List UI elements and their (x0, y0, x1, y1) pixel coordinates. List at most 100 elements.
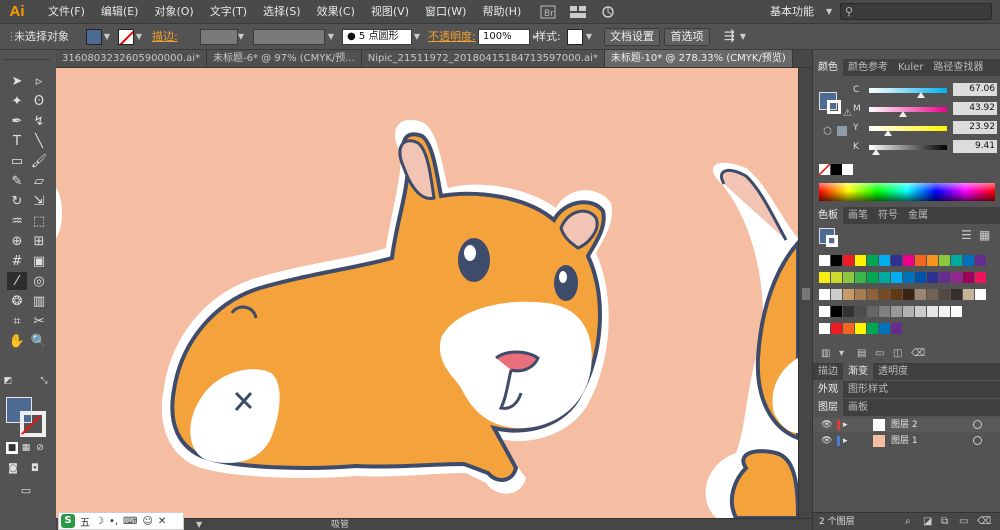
hamster-secondary[interactable] (705, 162, 798, 518)
screen-mode-icon[interactable]: ▭ (16, 484, 36, 497)
color-swatch[interactable] (819, 323, 830, 334)
cyan-slider[interactable]: C 67.06 (853, 82, 999, 98)
draw-normal-icon[interactable]: ◙ (6, 462, 20, 474)
color-swatch[interactable] (855, 255, 866, 266)
chevron-down-icon[interactable]: ▼ (412, 29, 422, 45)
scale-tool-icon[interactable]: ⇲ (29, 192, 49, 210)
tab-pathfinder[interactable]: 路径查找器 (928, 59, 988, 76)
color-swatch[interactable] (915, 306, 926, 317)
tab-symbols[interactable]: 符号 (873, 207, 903, 224)
tab-color[interactable]: 颜色 (813, 59, 843, 76)
tab-artboards[interactable]: 画板 (843, 399, 873, 416)
tab-appearance[interactable]: 外观 (813, 381, 843, 398)
draw-behind-icon[interactable]: ◘ (28, 462, 42, 474)
chevron-down-icon[interactable]: ▼ (134, 29, 144, 45)
new-sublayer-icon[interactable]: ⧉ (941, 516, 948, 527)
ime-input-mode[interactable]: 五 (80, 514, 90, 529)
vertical-scrollbar[interactable] (798, 68, 812, 518)
color-swatch[interactable] (891, 289, 902, 300)
direct-selection-tool-icon[interactable]: ▹ (29, 72, 49, 90)
color-swatch[interactable] (831, 255, 842, 266)
curvature-tool-icon[interactable]: ↯ (29, 112, 49, 130)
black-slider[interactable]: K 9.41 (853, 139, 999, 155)
tab-graphic-styles[interactable]: 图形样式 (843, 381, 893, 398)
color-swatch[interactable] (951, 255, 962, 266)
chevron-down-icon[interactable]: ▼ (236, 29, 246, 45)
menu-file[interactable]: 文件(F) (40, 0, 93, 24)
color-swatch[interactable] (939, 255, 950, 266)
perspective-grid-tool-icon[interactable]: ⊞ (29, 232, 49, 250)
magenta-slider[interactable]: M 43.92 (853, 101, 999, 117)
color-swatch[interactable] (951, 306, 962, 317)
delete-layer-icon[interactable]: ⌫ (977, 516, 991, 527)
slider-track[interactable] (869, 88, 947, 93)
stroke-weight-dropdown[interactable] (200, 29, 238, 45)
color-swatch[interactable] (903, 289, 914, 300)
opacity-input[interactable]: 100% (478, 29, 530, 45)
color-swatch[interactable] (927, 272, 938, 283)
color-swatch[interactable] (819, 306, 830, 317)
ime-toolbar[interactable]: S 五 ☽ •, ⌨ ☺ ✕ (58, 512, 184, 530)
closest-color-swatch[interactable] (837, 126, 847, 136)
color-swatch[interactable] (963, 272, 974, 283)
rectangle-tool-icon[interactable]: ▭ (7, 152, 27, 170)
scrollbar-thumb[interactable] (802, 288, 810, 300)
gpu-sync-icon[interactable] (599, 4, 617, 20)
grid-view-icon[interactable]: ▦ (979, 228, 990, 242)
color-swatch[interactable] (927, 306, 938, 317)
chevron-down-icon[interactable]: ▼ (826, 0, 832, 24)
tab-kuler[interactable]: Kuler (893, 59, 928, 76)
color-swatch[interactable] (879, 306, 890, 317)
chevron-down-icon[interactable]: ▼ (196, 519, 202, 530)
target-icon[interactable] (973, 436, 982, 445)
layer-name[interactable]: 图层 2 (891, 418, 918, 432)
color-swatch[interactable] (879, 289, 890, 300)
slice-tool-icon[interactable]: ✂ (29, 312, 49, 330)
menu-select[interactable]: 选择(S) (255, 0, 309, 24)
swatch-library-icon[interactable]: ▥ (821, 348, 830, 359)
color-swatch[interactable] (939, 289, 950, 300)
variable-width-dropdown[interactable] (253, 29, 325, 45)
symbol-sprayer-tool-icon[interactable]: ❂ (7, 292, 27, 310)
color-swatch[interactable] (855, 272, 866, 283)
layer-row-1[interactable]: 👁 ▸ 图层 1 (813, 434, 1000, 448)
layer-name[interactable]: 图层 1 (891, 434, 918, 448)
tab-swatches[interactable]: 色板 (813, 207, 843, 224)
tab-transparency[interactable]: 透明度 (873, 363, 913, 380)
color-swatch[interactable] (891, 306, 902, 317)
color-swatch[interactable] (867, 272, 878, 283)
color-swatch[interactable] (855, 306, 866, 317)
color-swatch[interactable] (951, 289, 962, 300)
expand-triangle-icon[interactable]: ▸ (843, 434, 848, 448)
color-swatch[interactable] (879, 255, 890, 266)
delete-swatch-icon[interactable]: ⌫ (911, 348, 925, 359)
color-swatch[interactable] (939, 306, 950, 317)
color-swatch[interactable] (879, 323, 890, 334)
user-icon[interactable]: ☺ (142, 516, 152, 527)
workspace-switcher[interactable]: 基本功能 (770, 0, 814, 24)
show-swatch-kinds-icon[interactable]: ▾ (839, 348, 844, 359)
color-swatch[interactable] (831, 272, 842, 283)
color-swatch[interactable] (843, 289, 854, 300)
channel-value[interactable]: 67.06 (953, 83, 997, 96)
artboard-tool-icon[interactable]: ⌗ (7, 312, 27, 330)
menu-help[interactable]: 帮助(H) (474, 0, 529, 24)
clipping-mask-icon[interactable]: ◪ (923, 516, 932, 527)
list-view-icon[interactable]: ☰ (961, 228, 972, 242)
swatches-stroke[interactable] (826, 235, 838, 247)
color-panel-stroke[interactable] (827, 100, 841, 114)
color-swatch[interactable] (927, 289, 938, 300)
keyboard-icon[interactable]: ⌨ (123, 516, 137, 527)
menu-view[interactable]: 视图(V) (363, 0, 417, 24)
color-spectrum[interactable] (819, 183, 995, 201)
tab-document-2[interactable]: 未标题-6* @ 97% (CMYK/预... (206, 50, 362, 67)
color-swatch[interactable] (975, 272, 986, 283)
lasso-tool-icon[interactable]: ʘ (29, 92, 49, 110)
color-swatch[interactable] (939, 272, 950, 283)
magic-wand-tool-icon[interactable]: ✦ (7, 92, 27, 110)
tab-metal[interactable]: 金属 (903, 207, 933, 224)
warp-tool-icon[interactable]: ♒ (7, 212, 27, 230)
color-swatch[interactable] (879, 272, 890, 283)
ime-brand-icon[interactable]: S (61, 514, 75, 528)
slider-track[interactable] (869, 145, 947, 150)
